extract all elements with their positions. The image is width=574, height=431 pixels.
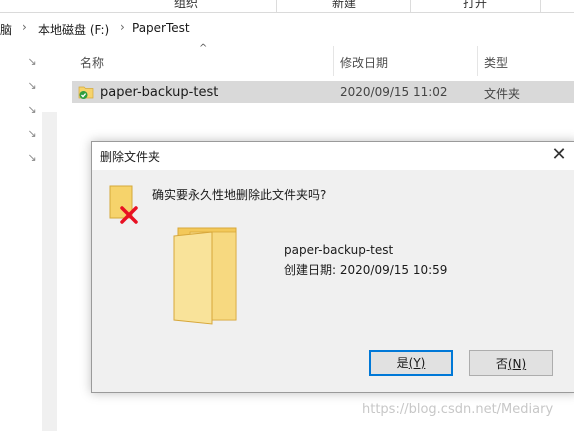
- pin-icon[interactable]: ↘: [26, 56, 38, 68]
- ribbon-separator: [540, 0, 541, 12]
- sync-check-icon: [79, 91, 88, 99]
- folder-icon: [173, 227, 237, 325]
- file-row[interactable]: paper-backup-test 2020/09/15 11:02 文件夹: [72, 81, 574, 103]
- dialog-question: 确实要永久性地删除此文件夹吗?: [152, 188, 327, 202]
- close-icon[interactable]: ✕: [549, 144, 569, 166]
- file-name: paper-backup-test: [100, 85, 219, 100]
- address-bar[interactable]: 脑 › 本地磁盘 (F:) › PaperTest: [0, 16, 574, 40]
- file-type: 文件夹: [484, 87, 521, 101]
- dialog-body: 确实要永久性地删除此文件夹吗? paper-backup-test 创建日期: …: [92, 170, 574, 392]
- column-header-type[interactable]: 类型: [478, 46, 574, 76]
- delete-folder-icon: [109, 185, 138, 224]
- column-header-name[interactable]: 名称: [72, 46, 334, 76]
- yes-button-key: (Y): [408, 356, 426, 370]
- yes-button[interactable]: 是(Y): [369, 350, 453, 376]
- no-button-key: (N): [507, 357, 527, 371]
- navigation-pane: ↘ ↘ ↘ ↘ ↘: [0, 44, 44, 431]
- breadcrumb-drive[interactable]: 本地磁盘 (F:): [38, 21, 109, 38]
- chevron-right-icon[interactable]: ›: [22, 20, 27, 34]
- no-button-label: 否: [495, 357, 508, 371]
- yes-button-label: 是: [396, 356, 409, 370]
- file-modified: 2020/09/15 11:02: [340, 85, 448, 99]
- dialog-item-created: 创建日期: 2020/09/15 10:59: [284, 263, 448, 277]
- column-header-modified[interactable]: 修改日期: [334, 46, 477, 76]
- ribbon-separator: [410, 0, 411, 12]
- pin-icon[interactable]: ↘: [26, 152, 38, 164]
- no-button[interactable]: 否(N): [469, 350, 553, 376]
- pin-icon[interactable]: ↘: [26, 80, 38, 92]
- dialog-title: 删除文件夹: [100, 150, 161, 164]
- ribbon-item-open[interactable]: 打开: [463, 0, 487, 11]
- folder-icon: [78, 86, 94, 99]
- breadcrumb-computer[interactable]: 脑: [0, 21, 12, 38]
- ribbon: 组织 新建 打开: [0, 0, 574, 13]
- ribbon-item-new[interactable]: 新建: [332, 0, 356, 11]
- dialog-titlebar[interactable]: 删除文件夹 ✕: [92, 142, 574, 170]
- ribbon-item-organize[interactable]: 组织: [174, 0, 198, 11]
- breadcrumb-folder[interactable]: PaperTest: [132, 21, 190, 35]
- delete-folder-dialog: 删除文件夹 ✕ 确实要永久性地删除此文件夹吗? paper-backup-tes…: [91, 141, 574, 393]
- dialog-item-name: paper-backup-test: [284, 243, 394, 257]
- pin-icon[interactable]: ↘: [26, 104, 38, 116]
- column-header-name-label: 名称: [80, 56, 105, 70]
- nav-scrollbar[interactable]: [42, 112, 57, 431]
- ribbon-separator: [276, 0, 277, 12]
- watermark: https://blog.csdn.net/Mediary: [362, 402, 554, 417]
- pin-icon[interactable]: ↘: [26, 128, 38, 140]
- chevron-right-icon[interactable]: ›: [120, 20, 125, 34]
- column-header-type-label: 类型: [484, 56, 509, 70]
- column-header-modified-label: 修改日期: [340, 56, 389, 70]
